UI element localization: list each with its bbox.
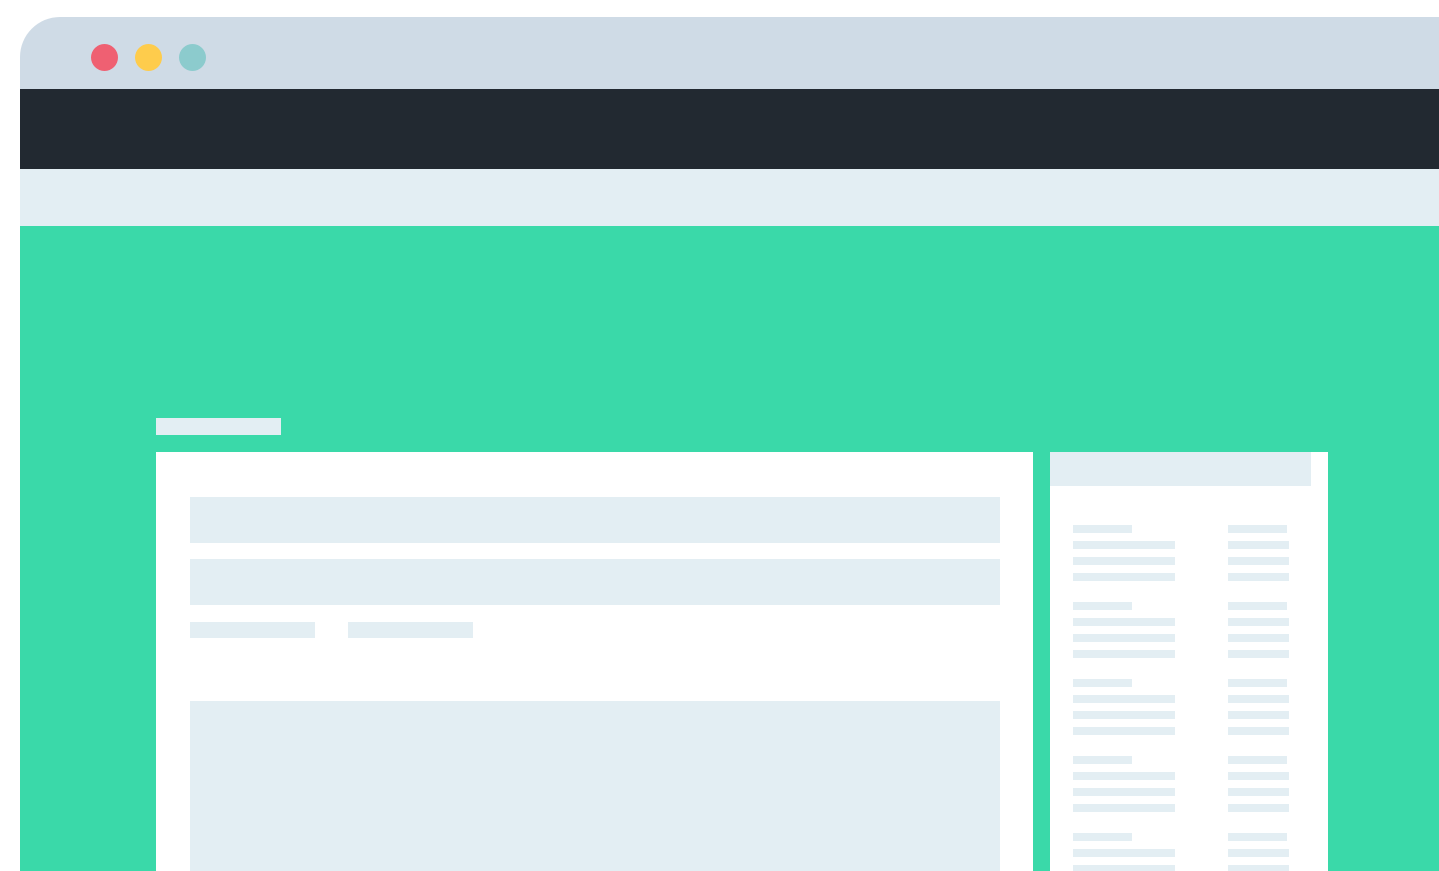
- option-chip-placeholder[interactable]: [190, 622, 315, 638]
- sidebar-value-placeholder: [1228, 711, 1289, 719]
- sidebar-label-placeholder: [1073, 541, 1175, 549]
- sidebar-value-placeholder: [1228, 525, 1287, 533]
- sub-navigation-bar: [20, 169, 1439, 226]
- sidebar-value-placeholder: [1228, 772, 1289, 780]
- option-chip-placeholder[interactable]: [348, 622, 473, 638]
- sidebar-list-group: [1050, 756, 1328, 816]
- hero-section: [20, 226, 1439, 871]
- browser-window: [20, 17, 1439, 871]
- sidebar-label-placeholder: [1073, 573, 1175, 581]
- sidebar-value-placeholder: [1228, 573, 1289, 581]
- sidebar-label-placeholder: [1073, 695, 1175, 703]
- sidebar-label-placeholder: [1073, 557, 1175, 565]
- sidebar-list-group: [1050, 525, 1328, 585]
- sidebar-value-placeholder: [1228, 557, 1289, 565]
- sidebar-value-placeholder: [1228, 788, 1289, 796]
- sidebar-value-placeholder: [1228, 618, 1289, 626]
- sidebar-value-placeholder: [1228, 756, 1287, 764]
- sidebar-header-placeholder: [1050, 452, 1311, 486]
- sidebar-value-placeholder: [1228, 602, 1287, 610]
- sidebar-value-placeholder: [1228, 849, 1289, 857]
- text-input-placeholder[interactable]: [190, 559, 1000, 605]
- minimize-window-button[interactable]: [135, 44, 162, 71]
- sidebar-value-placeholder: [1228, 865, 1289, 871]
- sidebar-label-placeholder: [1073, 650, 1175, 658]
- close-window-button[interactable]: [91, 44, 118, 71]
- sidebar-label-placeholder: [1073, 772, 1175, 780]
- sidebar-value-placeholder: [1228, 650, 1289, 658]
- zoom-window-button[interactable]: [179, 44, 206, 71]
- sidebar-value-placeholder: [1228, 833, 1287, 841]
- window-titlebar: [20, 17, 1439, 89]
- sidebar-card: [1050, 452, 1328, 871]
- sidebar-label-placeholder: [1073, 727, 1175, 735]
- sidebar-label-placeholder: [1073, 618, 1175, 626]
- sidebar-label-placeholder: [1073, 849, 1175, 857]
- sidebar-value-placeholder: [1228, 541, 1289, 549]
- sidebar-value-placeholder: [1228, 727, 1289, 735]
- sidebar-label-placeholder: [1073, 788, 1175, 796]
- sidebar-label-placeholder: [1073, 865, 1175, 871]
- top-navigation-bar: [20, 89, 1439, 169]
- sidebar-value-placeholder: [1228, 804, 1289, 812]
- textarea-placeholder[interactable]: [190, 701, 1000, 871]
- sidebar-label-placeholder: [1073, 602, 1132, 610]
- sidebar-label-placeholder: [1073, 833, 1132, 841]
- sidebar-list-group: [1050, 602, 1328, 662]
- sidebar-list-group: [1050, 833, 1328, 871]
- sidebar-value-placeholder: [1228, 679, 1287, 687]
- sidebar-label-placeholder: [1073, 711, 1175, 719]
- page-heading-placeholder: [156, 418, 281, 435]
- sidebar-value-placeholder: [1228, 695, 1289, 703]
- sidebar-list-group: [1050, 679, 1328, 739]
- sidebar-label-placeholder: [1073, 679, 1132, 687]
- text-input-placeholder[interactable]: [190, 497, 1000, 543]
- main-form-card: [156, 452, 1033, 871]
- sidebar-label-placeholder: [1073, 525, 1132, 533]
- sidebar-label-placeholder: [1073, 634, 1175, 642]
- sidebar-value-placeholder: [1228, 634, 1289, 642]
- sidebar-label-placeholder: [1073, 756, 1132, 764]
- sidebar-label-placeholder: [1073, 804, 1175, 812]
